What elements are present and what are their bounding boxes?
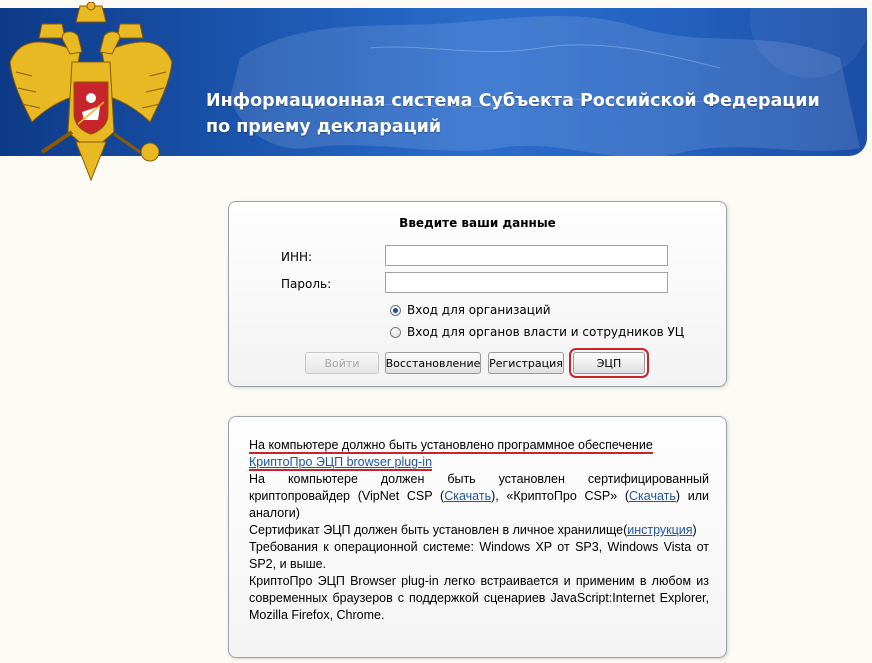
header: Информационная система Субъекта Российск… (0, 0, 872, 182)
title-line-1: Информационная система Субъекта Российск… (206, 91, 820, 111)
info-text-span: ) (692, 523, 697, 537)
cryptopro-csp-download-link[interactable]: Скачать (629, 489, 676, 503)
inn-label: ИНН: (281, 250, 313, 264)
radio-authorities[interactable]: Вход для органов власти и сотрудников УЦ (390, 325, 684, 339)
restore-button[interactable]: Восстановление (385, 352, 481, 374)
info-text-span: Сертификат ЭЦП должен быть установлен в … (249, 523, 628, 537)
ecp-button[interactable]: ЭЦП (569, 348, 649, 378)
register-button[interactable]: Регистрация (488, 352, 564, 374)
info-requirement-line: На компьютере должно быть установлено пр… (249, 438, 653, 454)
cryptopro-plugin-link[interactable]: КриптоПро ЭЦП browser plug-in (249, 455, 433, 471)
info-text: На компьютере должно быть установлено пр… (249, 437, 709, 624)
info-paragraph-4: Требования к операционной системе: Windo… (249, 540, 709, 571)
radio-authorities-label: Вход для органов власти и сотрудников УЦ (407, 325, 685, 339)
info-paragraph-3: Сертификат ЭЦП должен быть установлен в … (249, 522, 709, 539)
info-paragraph-1: На компьютере должно быть установлено пр… (249, 437, 709, 471)
inn-input[interactable] (385, 245, 668, 266)
login-button[interactable]: Войти (305, 352, 379, 374)
info-paragraph-5: КриптоПро ЭЦП Browser plug-in легко встр… (249, 574, 709, 622)
vipnet-download-link[interactable]: Скачать (444, 489, 491, 503)
login-panel: Введите ваши данные ИНН: Пароль: Вход дл… (228, 201, 727, 387)
radio-button-selected[interactable] (390, 304, 401, 316)
radio-organizations-label: Вход для организаций (407, 303, 551, 317)
radio-button[interactable] (390, 326, 401, 338)
russian-coat-of-arms-icon (9, 2, 173, 182)
password-label: Пароль: (281, 277, 332, 291)
password-input[interactable] (385, 272, 668, 293)
info-panel: На компьютере должно быть установлено пр… (228, 416, 727, 658)
login-heading: Введите ваши данные (399, 216, 556, 230)
info-text-span: ), «КриптоПро CSP» ( (491, 489, 629, 503)
title-line-2: по приему деклараций (206, 117, 442, 137)
info-paragraph-2: На компьютере должен быть установлен сер… (249, 471, 709, 522)
system-title: Информационная система Субъекта Российск… (206, 88, 820, 140)
instruction-link[interactable]: инструкция (627, 523, 692, 537)
radio-organizations[interactable]: Вход для организаций (390, 303, 551, 317)
